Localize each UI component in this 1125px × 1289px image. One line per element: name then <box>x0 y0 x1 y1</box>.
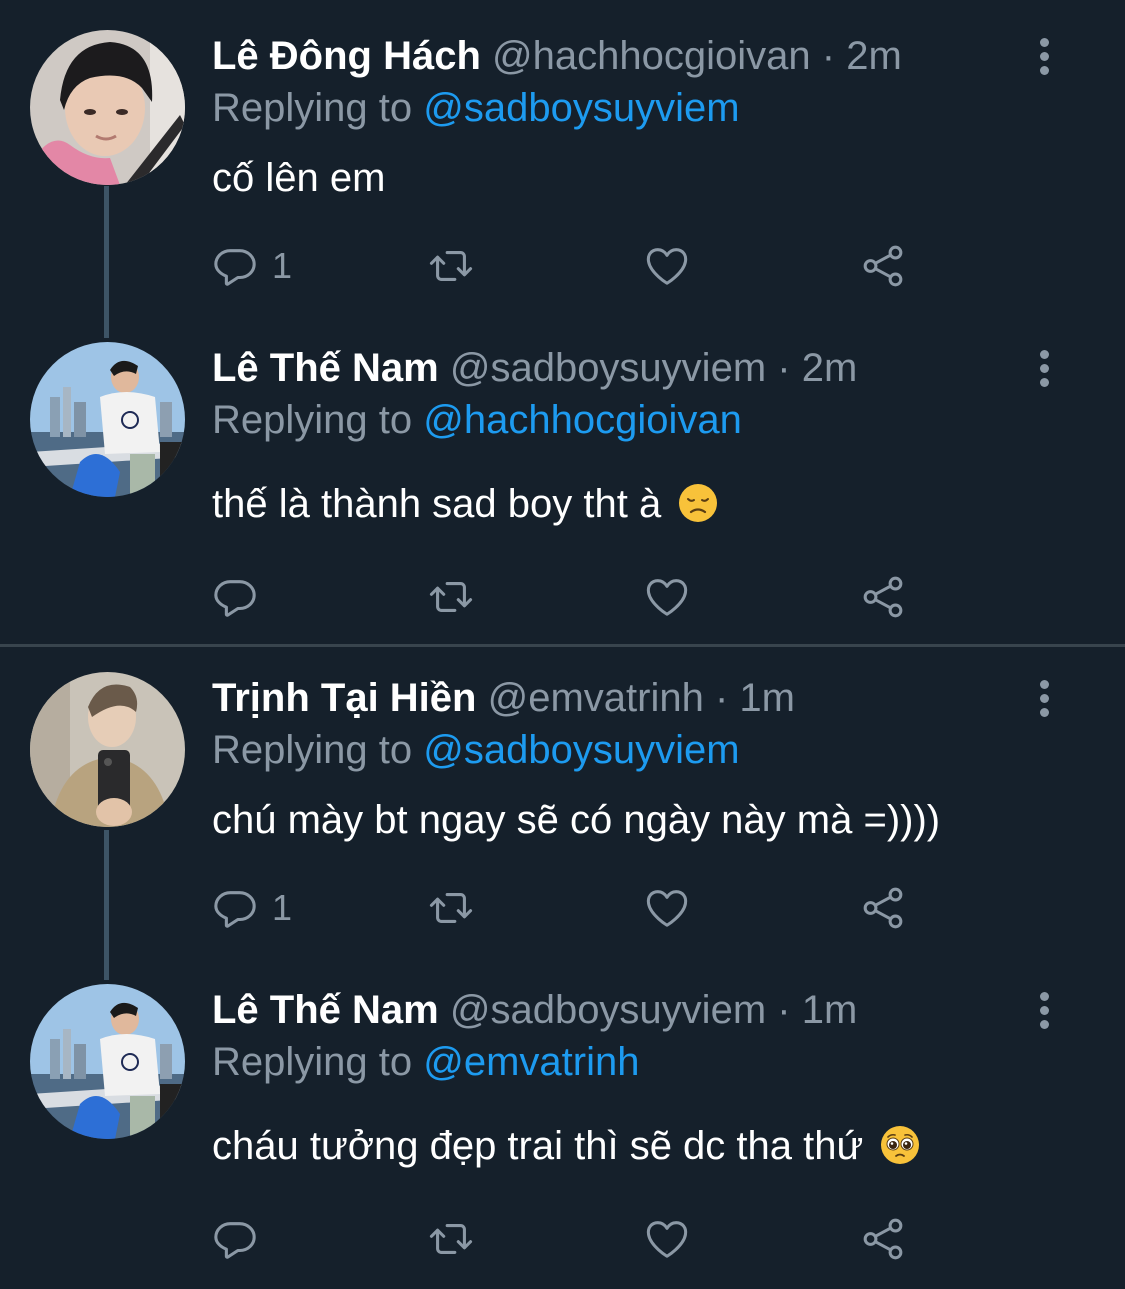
thread-line <box>104 830 109 980</box>
reply-icon <box>212 885 258 931</box>
separator-dot: · <box>777 346 791 390</box>
retweet-button[interactable] <box>428 241 474 291</box>
display-name[interactable]: Trịnh Tại Hiền <box>212 676 476 720</box>
retweet-icon <box>428 1216 474 1262</box>
tweet-text-content: cố lên em <box>212 156 386 200</box>
timestamp[interactable]: 2m <box>802 346 858 390</box>
more-options-icon[interactable] <box>1034 350 1054 390</box>
heart-icon <box>644 243 690 289</box>
reply-mention-link[interactable]: @sadboysuyviem <box>423 728 739 772</box>
replying-to: Replying to @hachhocgioivan <box>212 392 742 448</box>
more-options-icon[interactable] <box>1034 680 1054 720</box>
display-name[interactable]: Lê Thế Nam <box>212 346 439 390</box>
user-handle[interactable]: @emvatrinh <box>488 676 704 720</box>
pleading-face-emoji <box>881 1126 920 1164</box>
like-button[interactable] <box>644 1214 690 1264</box>
tweet-text: cháu tưởng đẹp trai thì sẽ dc tha thứ <box>212 1118 920 1174</box>
reply-button[interactable]: 1 <box>212 883 292 933</box>
reply-button[interactable] <box>212 1214 272 1264</box>
avatar-mirror-selfie[interactable] <box>30 672 185 827</box>
tweet-text: chú mày bt ngay sẽ có ngày này mà =)))) <box>212 792 940 848</box>
display-name[interactable]: Lê Đông Hách <box>212 34 481 78</box>
user-handle[interactable]: @hachhocgioivan <box>492 34 811 78</box>
tweet-header: Lê Đông Hách @hachhocgioivan · 2m <box>212 28 902 84</box>
like-button[interactable] <box>644 883 690 933</box>
tweet-actions: 1 <box>212 241 932 291</box>
tweet-text-content: chú mày bt ngay sẽ có ngày này mà =)))) <box>212 798 941 842</box>
reply-count: 1 <box>272 887 293 928</box>
timestamp[interactable]: 1m <box>802 988 858 1032</box>
disappointed-face-emoji <box>679 484 718 522</box>
replying-to: Replying to @sadboysuyviem <box>212 722 740 778</box>
more-options-icon[interactable] <box>1034 992 1054 1032</box>
share-icon <box>860 885 906 931</box>
retweet-button[interactable] <box>428 1214 474 1264</box>
tweet-actions: 1 <box>212 883 932 933</box>
more-options-icon[interactable] <box>1034 38 1054 78</box>
retweet-button[interactable] <box>428 883 474 933</box>
tweet-text-content: cháu tưởng đẹp trai thì sẽ dc tha thứ <box>212 1124 864 1168</box>
retweet-button[interactable] <box>428 572 474 622</box>
tweet-actions <box>212 1214 932 1264</box>
share-icon <box>860 243 906 289</box>
replying-to-label: Replying to <box>212 728 413 772</box>
share-button[interactable] <box>860 883 906 933</box>
timestamp[interactable]: 1m <box>739 676 795 720</box>
like-button[interactable] <box>644 241 690 291</box>
retweet-icon <box>428 885 474 931</box>
display-name[interactable]: Lê Thế Nam <box>212 988 439 1032</box>
like-button[interactable] <box>644 572 690 622</box>
separator-dot: · <box>777 988 791 1032</box>
tweet-actions <box>212 572 932 622</box>
replying-to-label: Replying to <box>212 1040 413 1084</box>
replying-to-label: Replying to <box>212 86 413 130</box>
retweet-icon <box>428 243 474 289</box>
reply-mention-link[interactable]: @emvatrinh <box>423 1040 639 1084</box>
replying-to-label: Replying to <box>212 398 413 442</box>
separator-dot: · <box>821 34 836 78</box>
tweet-header: Lê Thế Nam @sadboysuyviem · 2m <box>212 340 857 396</box>
heart-icon <box>644 574 690 620</box>
tweet-text: cố lên em <box>212 150 385 206</box>
avatar-city-waterfront[interactable] <box>30 342 185 497</box>
reply-icon <box>212 243 258 289</box>
share-button[interactable] <box>860 1214 906 1264</box>
tweet-header: Trịnh Tại Hiền @emvatrinh · 1m <box>212 670 795 726</box>
reply-count: 1 <box>272 245 293 286</box>
tweet-text-content: thế là thành sad boy tht à <box>212 482 662 526</box>
heart-icon <box>644 1216 690 1262</box>
retweet-icon <box>428 574 474 620</box>
user-handle[interactable]: @sadboysuyviem <box>450 346 766 390</box>
avatar-city-waterfront[interactable] <box>30 984 185 1139</box>
share-icon <box>860 574 906 620</box>
share-button[interactable] <box>860 241 906 291</box>
reply-button[interactable]: 1 <box>212 241 292 291</box>
tweet-header: Lê Thế Nam @sadboysuyviem · 1m <box>212 982 857 1038</box>
reply-icon <box>212 574 258 620</box>
share-button[interactable] <box>860 572 906 622</box>
replying-to: Replying to @sadboysuyviem <box>212 80 740 136</box>
share-icon <box>860 1216 906 1262</box>
reply-mention-link[interactable]: @hachhocgioivan <box>423 398 742 442</box>
user-handle[interactable]: @sadboysuyviem <box>450 988 766 1032</box>
separator-dot: · <box>714 676 729 720</box>
reply-icon <box>212 1216 258 1262</box>
conversation-divider <box>0 644 1125 647</box>
replying-to: Replying to @emvatrinh <box>212 1034 639 1090</box>
tweet-text: thế là thành sad boy tht à <box>212 476 718 532</box>
reply-button[interactable] <box>212 572 272 622</box>
reply-mention-link[interactable]: @sadboysuyviem <box>423 86 739 130</box>
avatar-pink-hoodie[interactable] <box>30 30 185 185</box>
thread-line <box>104 186 109 338</box>
heart-icon <box>644 885 690 931</box>
timestamp[interactable]: 2m <box>846 34 902 78</box>
